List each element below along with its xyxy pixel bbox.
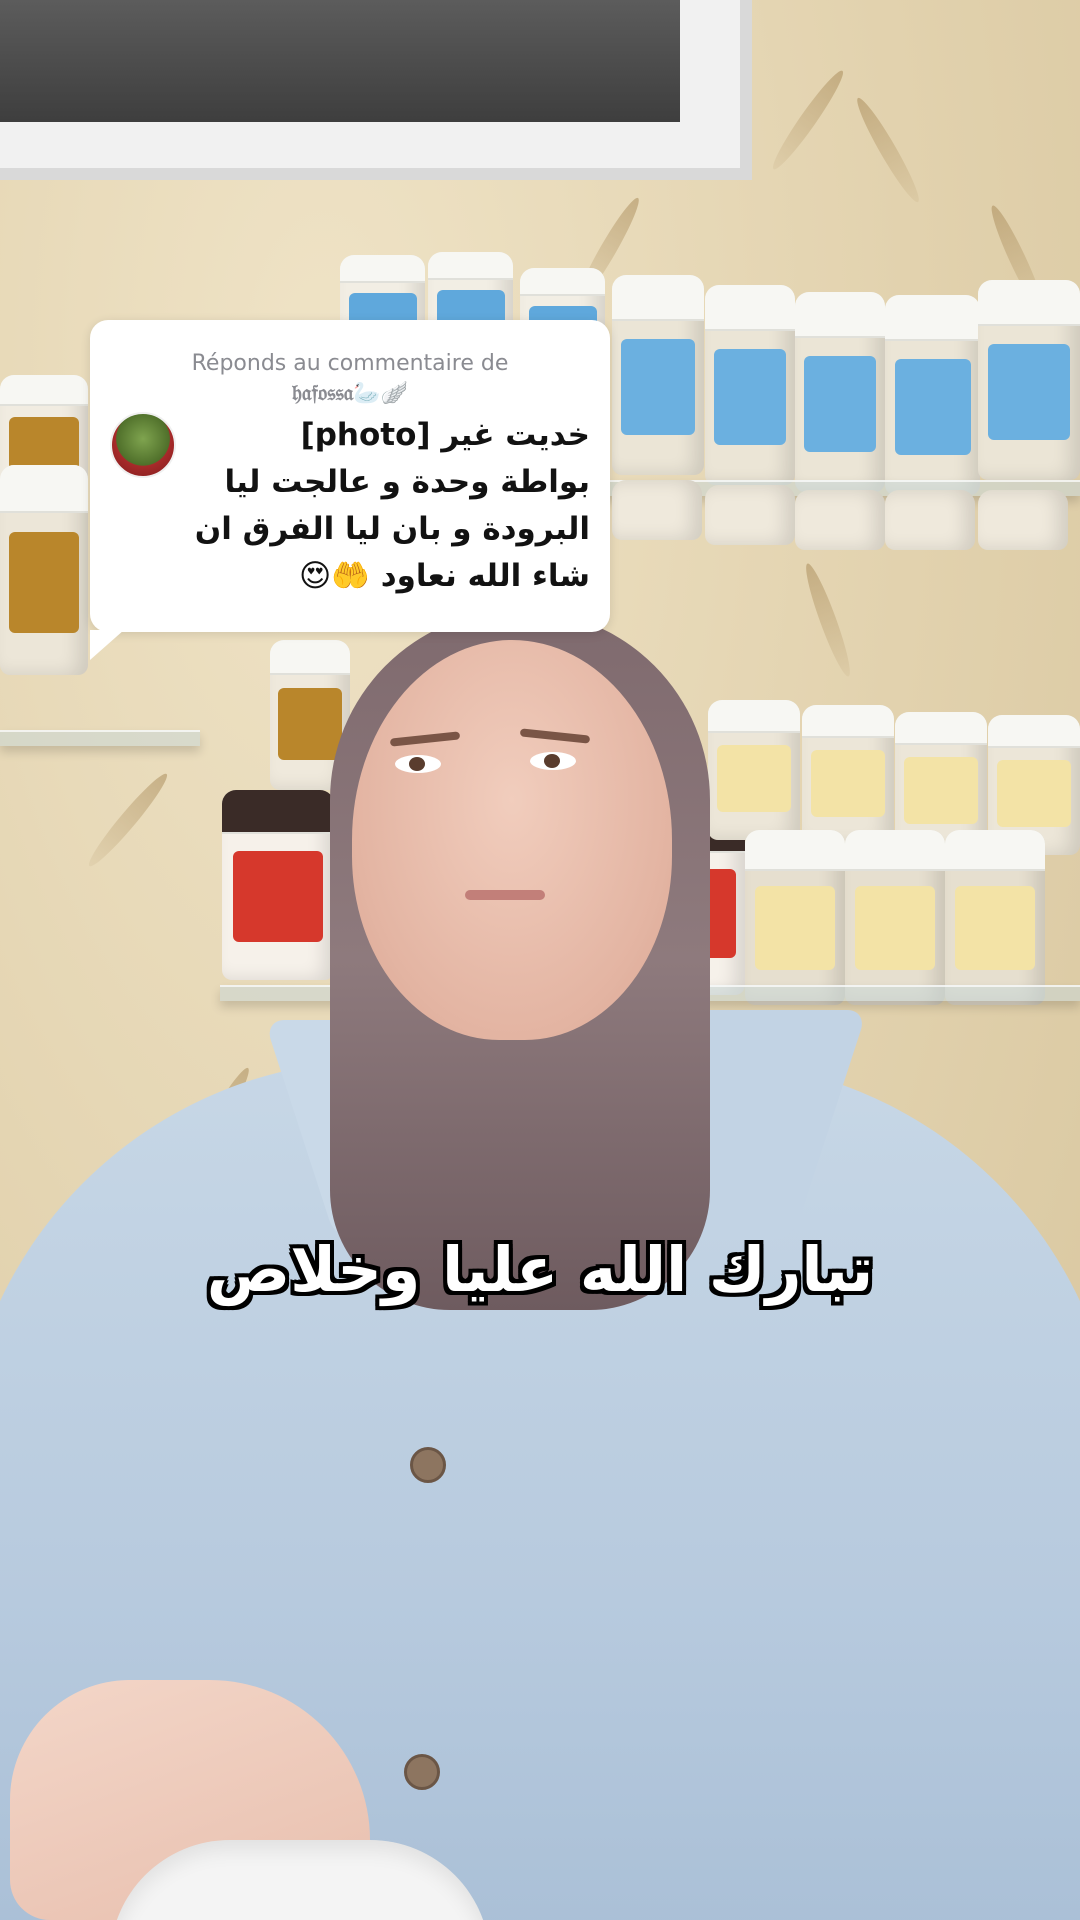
window-frame — [0, 0, 752, 180]
product-jar — [612, 275, 704, 475]
reply-comment-text: خديت غير [photo] بواطة وحدة و عالجت ليا … — [186, 412, 590, 600]
shirt-button — [404, 1754, 440, 1790]
wallpaper-feather — [851, 94, 925, 206]
glass-shelf — [0, 730, 200, 746]
person-eye — [530, 752, 576, 770]
reply-line: البرودة و بان ليا الفرق ان — [194, 511, 590, 547]
product-jar — [945, 830, 1045, 1005]
person-face — [352, 640, 672, 1040]
reply-line: خديت غير [photo] — [300, 417, 590, 453]
product-jar — [705, 285, 795, 485]
product-jar — [978, 490, 1068, 550]
product-jar — [802, 705, 894, 845]
product-jar — [0, 465, 88, 675]
reply-username: 𝔥𝔞𝔣𝔬𝔰𝔰𝔞🦢🪽 — [291, 380, 409, 406]
product-jar — [795, 490, 885, 550]
commenter-avatar — [110, 412, 176, 478]
wallpaper-feather — [799, 560, 857, 680]
product-jar — [705, 485, 795, 545]
wallpaper-feather — [83, 768, 173, 872]
product-jar — [708, 700, 800, 840]
reply-header: Réponds au commentaire de — [191, 351, 509, 376]
person-eye — [395, 755, 441, 773]
product-jar — [885, 295, 980, 495]
wallpaper-feather — [767, 66, 849, 174]
shirt-button — [410, 1447, 446, 1483]
product-jar — [845, 830, 945, 1005]
window-glass — [0, 0, 680, 122]
reply-line: شاء الله نعاود 🤲😍 — [299, 558, 590, 594]
video-background — [0, 0, 1080, 1920]
product-jar — [745, 830, 845, 1005]
product-jar — [612, 480, 702, 540]
product-jar — [222, 790, 334, 980]
product-jar — [978, 280, 1080, 480]
reply-line: بواطة وحدة و عالجت ليا — [224, 464, 590, 500]
product-jar — [795, 292, 885, 492]
video-caption: تبارك الله عليا وخلاص — [206, 1233, 874, 1306]
comment-reply-card[interactable]: Réponds au commentaire de 𝔥𝔞𝔣𝔬𝔰𝔰𝔞🦢🪽 خديت… — [90, 320, 610, 660]
product-jar — [885, 490, 975, 550]
person-mouth — [465, 890, 545, 900]
